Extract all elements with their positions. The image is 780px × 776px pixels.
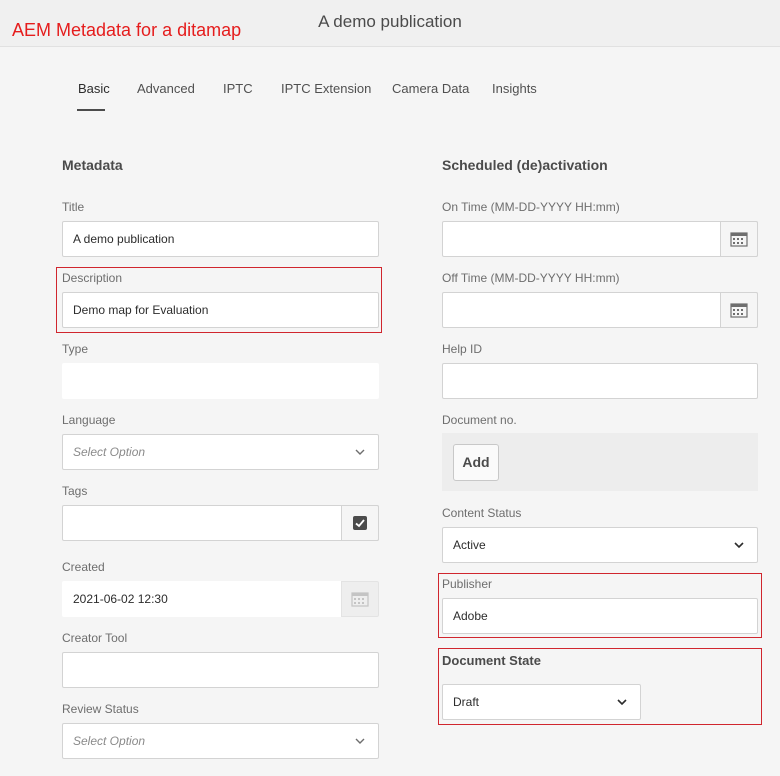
active-tab-indicator xyxy=(77,109,105,111)
off-time-label: Off Time (MM-DD-YYYY HH:mm) xyxy=(442,271,620,285)
review-status-label: Review Status xyxy=(62,702,139,716)
checkbox-icon xyxy=(353,516,367,530)
calendar-icon xyxy=(351,592,369,607)
calendar-icon xyxy=(730,232,748,247)
tab-iptc[interactable]: IPTC xyxy=(223,81,253,96)
review-status-select[interactable]: Select Option xyxy=(62,723,379,759)
tab-advanced[interactable]: Advanced xyxy=(137,81,195,96)
on-time-calendar-button[interactable] xyxy=(720,221,758,257)
content-status-select[interactable]: Active xyxy=(442,527,758,563)
language-select[interactable]: Select Option xyxy=(62,434,379,470)
type-field[interactable] xyxy=(62,363,379,399)
document-no-label: Document no. xyxy=(442,413,517,427)
tab-basic[interactable]: Basic xyxy=(78,81,110,96)
creator-tool-label: Creator Tool xyxy=(62,631,128,645)
created-value: 2021-06-02 12:30 xyxy=(73,592,168,606)
tab-iptc-extension[interactable]: IPTC Extension xyxy=(281,81,371,96)
tags-field[interactable] xyxy=(62,505,379,541)
language-label: Language xyxy=(62,413,116,427)
document-state-highlight-box xyxy=(438,648,762,725)
tab-camera-data[interactable]: Camera Data xyxy=(392,81,469,96)
off-time-calendar-button[interactable] xyxy=(720,292,758,328)
tags-picker-button[interactable] xyxy=(341,505,379,541)
calendar-icon xyxy=(730,303,748,318)
help-id-field[interactable] xyxy=(442,363,758,399)
metadata-heading: Metadata xyxy=(62,157,123,173)
tab-insights[interactable]: Insights xyxy=(492,81,537,96)
chevron-down-icon xyxy=(355,449,365,455)
off-time-field[interactable] xyxy=(442,292,758,328)
created-field: 2021-06-02 12:30 xyxy=(62,581,379,617)
language-placeholder: Select Option xyxy=(73,445,146,459)
title-field[interactable]: A demo publication xyxy=(62,221,379,257)
creator-tool-field[interactable] xyxy=(62,652,379,688)
review-status-placeholder: Select Option xyxy=(73,734,146,748)
type-label: Type xyxy=(62,342,89,356)
title-label: Title xyxy=(62,200,85,214)
help-id-label: Help ID xyxy=(442,342,483,356)
content-status-label: Content Status xyxy=(442,506,522,520)
add-document-no-button[interactable]: Add xyxy=(453,444,499,481)
page-title: A demo publication xyxy=(318,12,462,31)
created-calendar-button xyxy=(341,581,379,617)
on-time-field[interactable] xyxy=(442,221,758,257)
scheduled-heading: Scheduled (de)activation xyxy=(442,157,608,173)
publisher-highlight-box xyxy=(438,573,762,638)
description-highlight-box xyxy=(56,267,382,333)
content-status-value: Active xyxy=(453,538,486,552)
chevron-down-icon xyxy=(734,542,744,549)
on-time-label: On Time (MM-DD-YYYY HH:mm) xyxy=(442,200,620,214)
tags-label: Tags xyxy=(62,484,88,498)
created-label: Created xyxy=(62,560,105,574)
chevron-down-icon xyxy=(355,738,365,744)
